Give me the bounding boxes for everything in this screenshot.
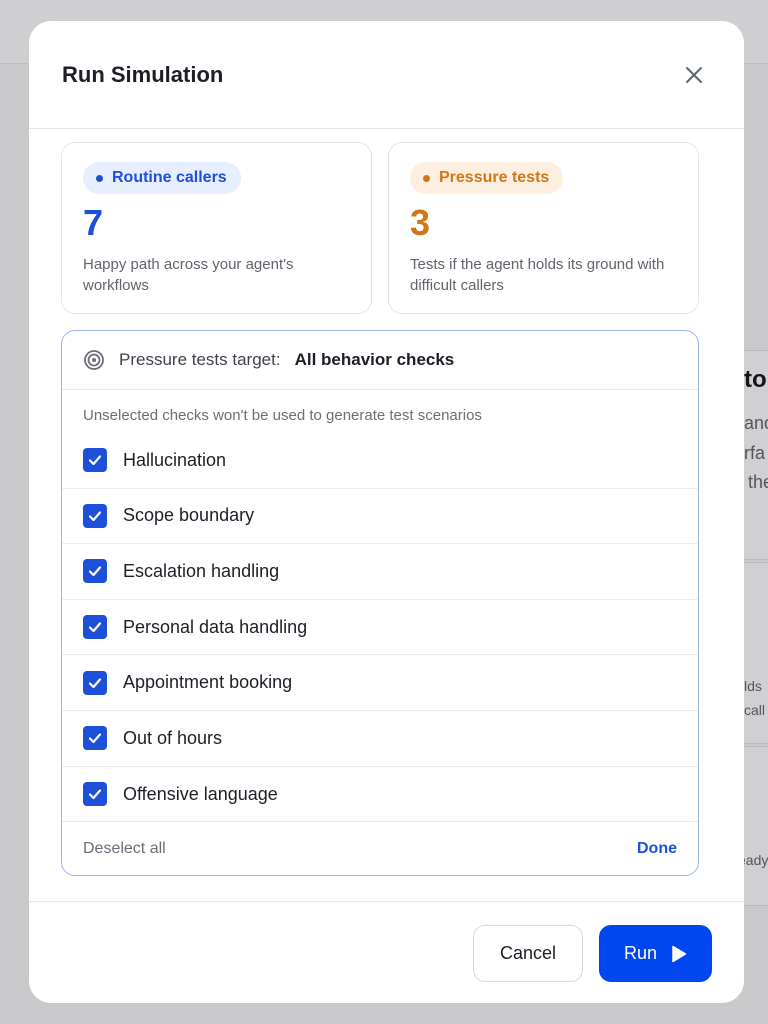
deselect-all-button[interactable]: Deselect all bbox=[83, 840, 166, 858]
checkbox[interactable] bbox=[83, 448, 107, 473]
checkbox[interactable] bbox=[83, 670, 107, 695]
target-label: Pressure tests target: bbox=[119, 350, 281, 369]
close-button[interactable] bbox=[676, 57, 712, 93]
check-label: Scope boundary bbox=[123, 505, 255, 526]
check-icon bbox=[88, 678, 102, 688]
cancel-label: Cancel bbox=[499, 943, 557, 963]
check-label: Offensive language bbox=[123, 783, 278, 804]
checkbox[interactable] bbox=[83, 726, 107, 751]
checkbox[interactable] bbox=[83, 503, 107, 528]
dot-icon bbox=[96, 174, 103, 182]
check-label: Appointment booking bbox=[123, 672, 293, 693]
close-icon bbox=[686, 66, 702, 83]
done-button[interactable]: Done bbox=[637, 840, 677, 858]
target-icon bbox=[84, 350, 104, 370]
pill-label: Routine callers bbox=[112, 169, 227, 186]
check-label: Out of hours bbox=[123, 727, 223, 748]
check-item-appointment-booking[interactable]: Appointment booking bbox=[62, 655, 698, 711]
check-icon bbox=[88, 622, 102, 633]
check-icon bbox=[88, 733, 102, 744]
check-icon bbox=[88, 566, 102, 577]
check-item-personal-data-handling[interactable]: Personal data handling bbox=[62, 600, 698, 656]
check-item-hallucination[interactable]: Hallucination bbox=[62, 433, 698, 489]
modal-footer: Cancel Run bbox=[29, 901, 744, 1003]
background-heading: to bbox=[744, 366, 767, 393]
run-button[interactable]: Run bbox=[599, 925, 712, 982]
cancel-button[interactable]: Cancel bbox=[473, 925, 583, 982]
routine-callers-card: Routine callers 7 Happy path across your… bbox=[61, 142, 372, 314]
routine-callers-pill: Routine callers bbox=[83, 162, 241, 194]
background-text: rfa bbox=[744, 443, 766, 463]
dot-icon bbox=[423, 174, 430, 182]
check-item-escalation-handling[interactable]: Escalation handling bbox=[62, 544, 698, 600]
check-icon bbox=[88, 511, 102, 521]
pill-label: Pressure tests bbox=[439, 169, 550, 186]
checkbox[interactable] bbox=[83, 782, 107, 807]
check-item-scope-boundary[interactable]: Scope boundary bbox=[62, 489, 698, 545]
check-label: Personal data handling bbox=[123, 616, 308, 637]
play-icon bbox=[672, 945, 687, 962]
checks-hint: Unselected checks won't be used to gener… bbox=[83, 407, 482, 424]
run-label: Run bbox=[623, 943, 658, 963]
checks-panel-footer: Deselect all Done bbox=[62, 821, 698, 875]
target-value: All behavior checks bbox=[294, 350, 455, 369]
background-text: lds bbox=[744, 678, 762, 694]
background-text: call bbox=[744, 702, 766, 718]
check-item-out-of-hours[interactable]: Out of hours bbox=[62, 711, 698, 767]
modal-title: Run Simulation bbox=[62, 61, 224, 87]
check-label: Escalation handling bbox=[123, 560, 280, 581]
routine-callers-description: Happy path across your agent's workflows bbox=[83, 255, 294, 294]
check-label: Hallucination bbox=[123, 449, 227, 470]
checkbox[interactable] bbox=[83, 559, 107, 584]
run-simulation-modal: Run Simulation Routine callers 7 Happy p… bbox=[29, 21, 744, 1003]
pressure-tests-description: Tests if the agent holds its ground with… bbox=[410, 255, 665, 294]
pressure-tests-count: 3 bbox=[410, 202, 431, 243]
background-text: and bbox=[744, 413, 768, 433]
target-selector[interactable]: Pressure tests target: All behavior chec… bbox=[62, 331, 698, 390]
checkbox[interactable] bbox=[83, 615, 107, 640]
background-text: the bbox=[748, 472, 768, 492]
behavior-checks-panel: Pressure tests target: All behavior chec… bbox=[61, 330, 699, 876]
stat-row: Routine callers 7 Happy path across your… bbox=[61, 142, 699, 314]
check-item-offensive-language[interactable]: Offensive language bbox=[62, 767, 698, 823]
check-icon bbox=[88, 455, 102, 466]
check-icon bbox=[88, 789, 102, 800]
modal-header: Run Simulation bbox=[29, 21, 744, 129]
pressure-tests-card: Pressure tests 3 Tests if the agent hold… bbox=[388, 142, 699, 314]
routine-callers-count: 7 bbox=[83, 202, 104, 243]
pressure-tests-pill: Pressure tests bbox=[410, 162, 564, 194]
